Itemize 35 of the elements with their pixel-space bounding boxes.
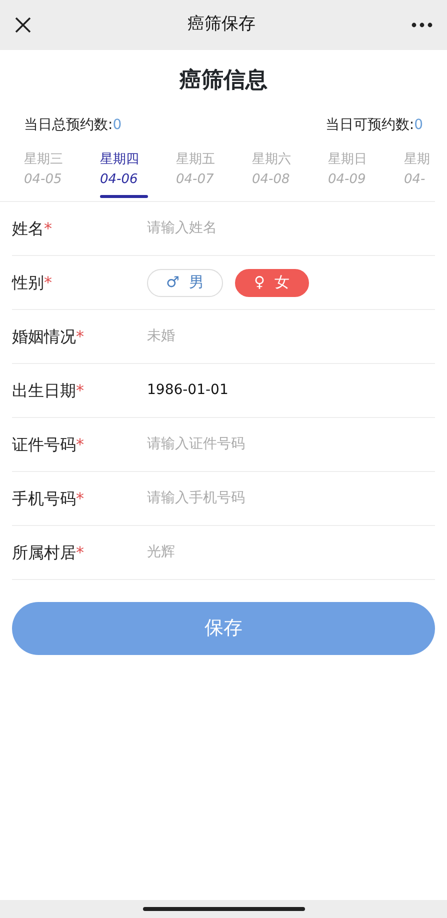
page-title: 癌筛保存: [188, 13, 256, 36]
input-field[interactable]: 未婚: [147, 326, 347, 347]
input-field[interactable]: 请输入姓名: [147, 218, 347, 239]
save-button[interactable]: 保存: [12, 602, 435, 655]
day-tab[interactable]: 星期四 04-06: [100, 150, 176, 201]
input-field[interactable]: 请输入手机号码: [147, 488, 347, 509]
day-tab[interactable]: 星期六 04-08: [252, 150, 328, 201]
required-mark: *: [76, 434, 84, 454]
field-label: 出生日期: [12, 380, 76, 400]
field-label: 证件号码: [12, 434, 76, 454]
gender-option[interactable]: ♀ 女: [234, 268, 309, 296]
required-mark: *: [76, 488, 84, 508]
count-text: 当日可预约数:0: [325, 116, 423, 135]
field-label: 姓名: [12, 218, 44, 238]
field-label: 手机号码: [12, 488, 76, 508]
field-label: 婚姻情况: [12, 326, 76, 346]
input-field[interactable]: 光辉: [147, 542, 347, 563]
count-text: 当日总预约数:0: [24, 116, 122, 135]
input-field[interactable]: 1986-01-01: [147, 380, 347, 401]
field-label: 所属村居: [12, 542, 76, 562]
day-tab[interactable]: 星期 04-: [404, 150, 435, 201]
more-icon[interactable]: [411, 22, 433, 28]
required-mark: *: [76, 380, 84, 400]
close-icon[interactable]: [14, 16, 32, 34]
day-tab[interactable]: 星期五 04-07: [176, 150, 252, 201]
required-mark: *: [76, 326, 84, 346]
day-tab[interactable]: 星期三 04-05: [24, 150, 100, 201]
required-mark: *: [76, 542, 84, 562]
input-field[interactable]: 请输入证件号码: [147, 434, 347, 455]
day-tab[interactable]: 星期日 04-09: [328, 150, 404, 201]
required-mark: *: [44, 272, 52, 292]
field-label: 性别: [12, 272, 44, 292]
required-mark: *: [44, 218, 52, 238]
gender-option[interactable]: ♂ 男: [147, 268, 223, 296]
form-heading: 癌筛信息: [178, 67, 268, 95]
